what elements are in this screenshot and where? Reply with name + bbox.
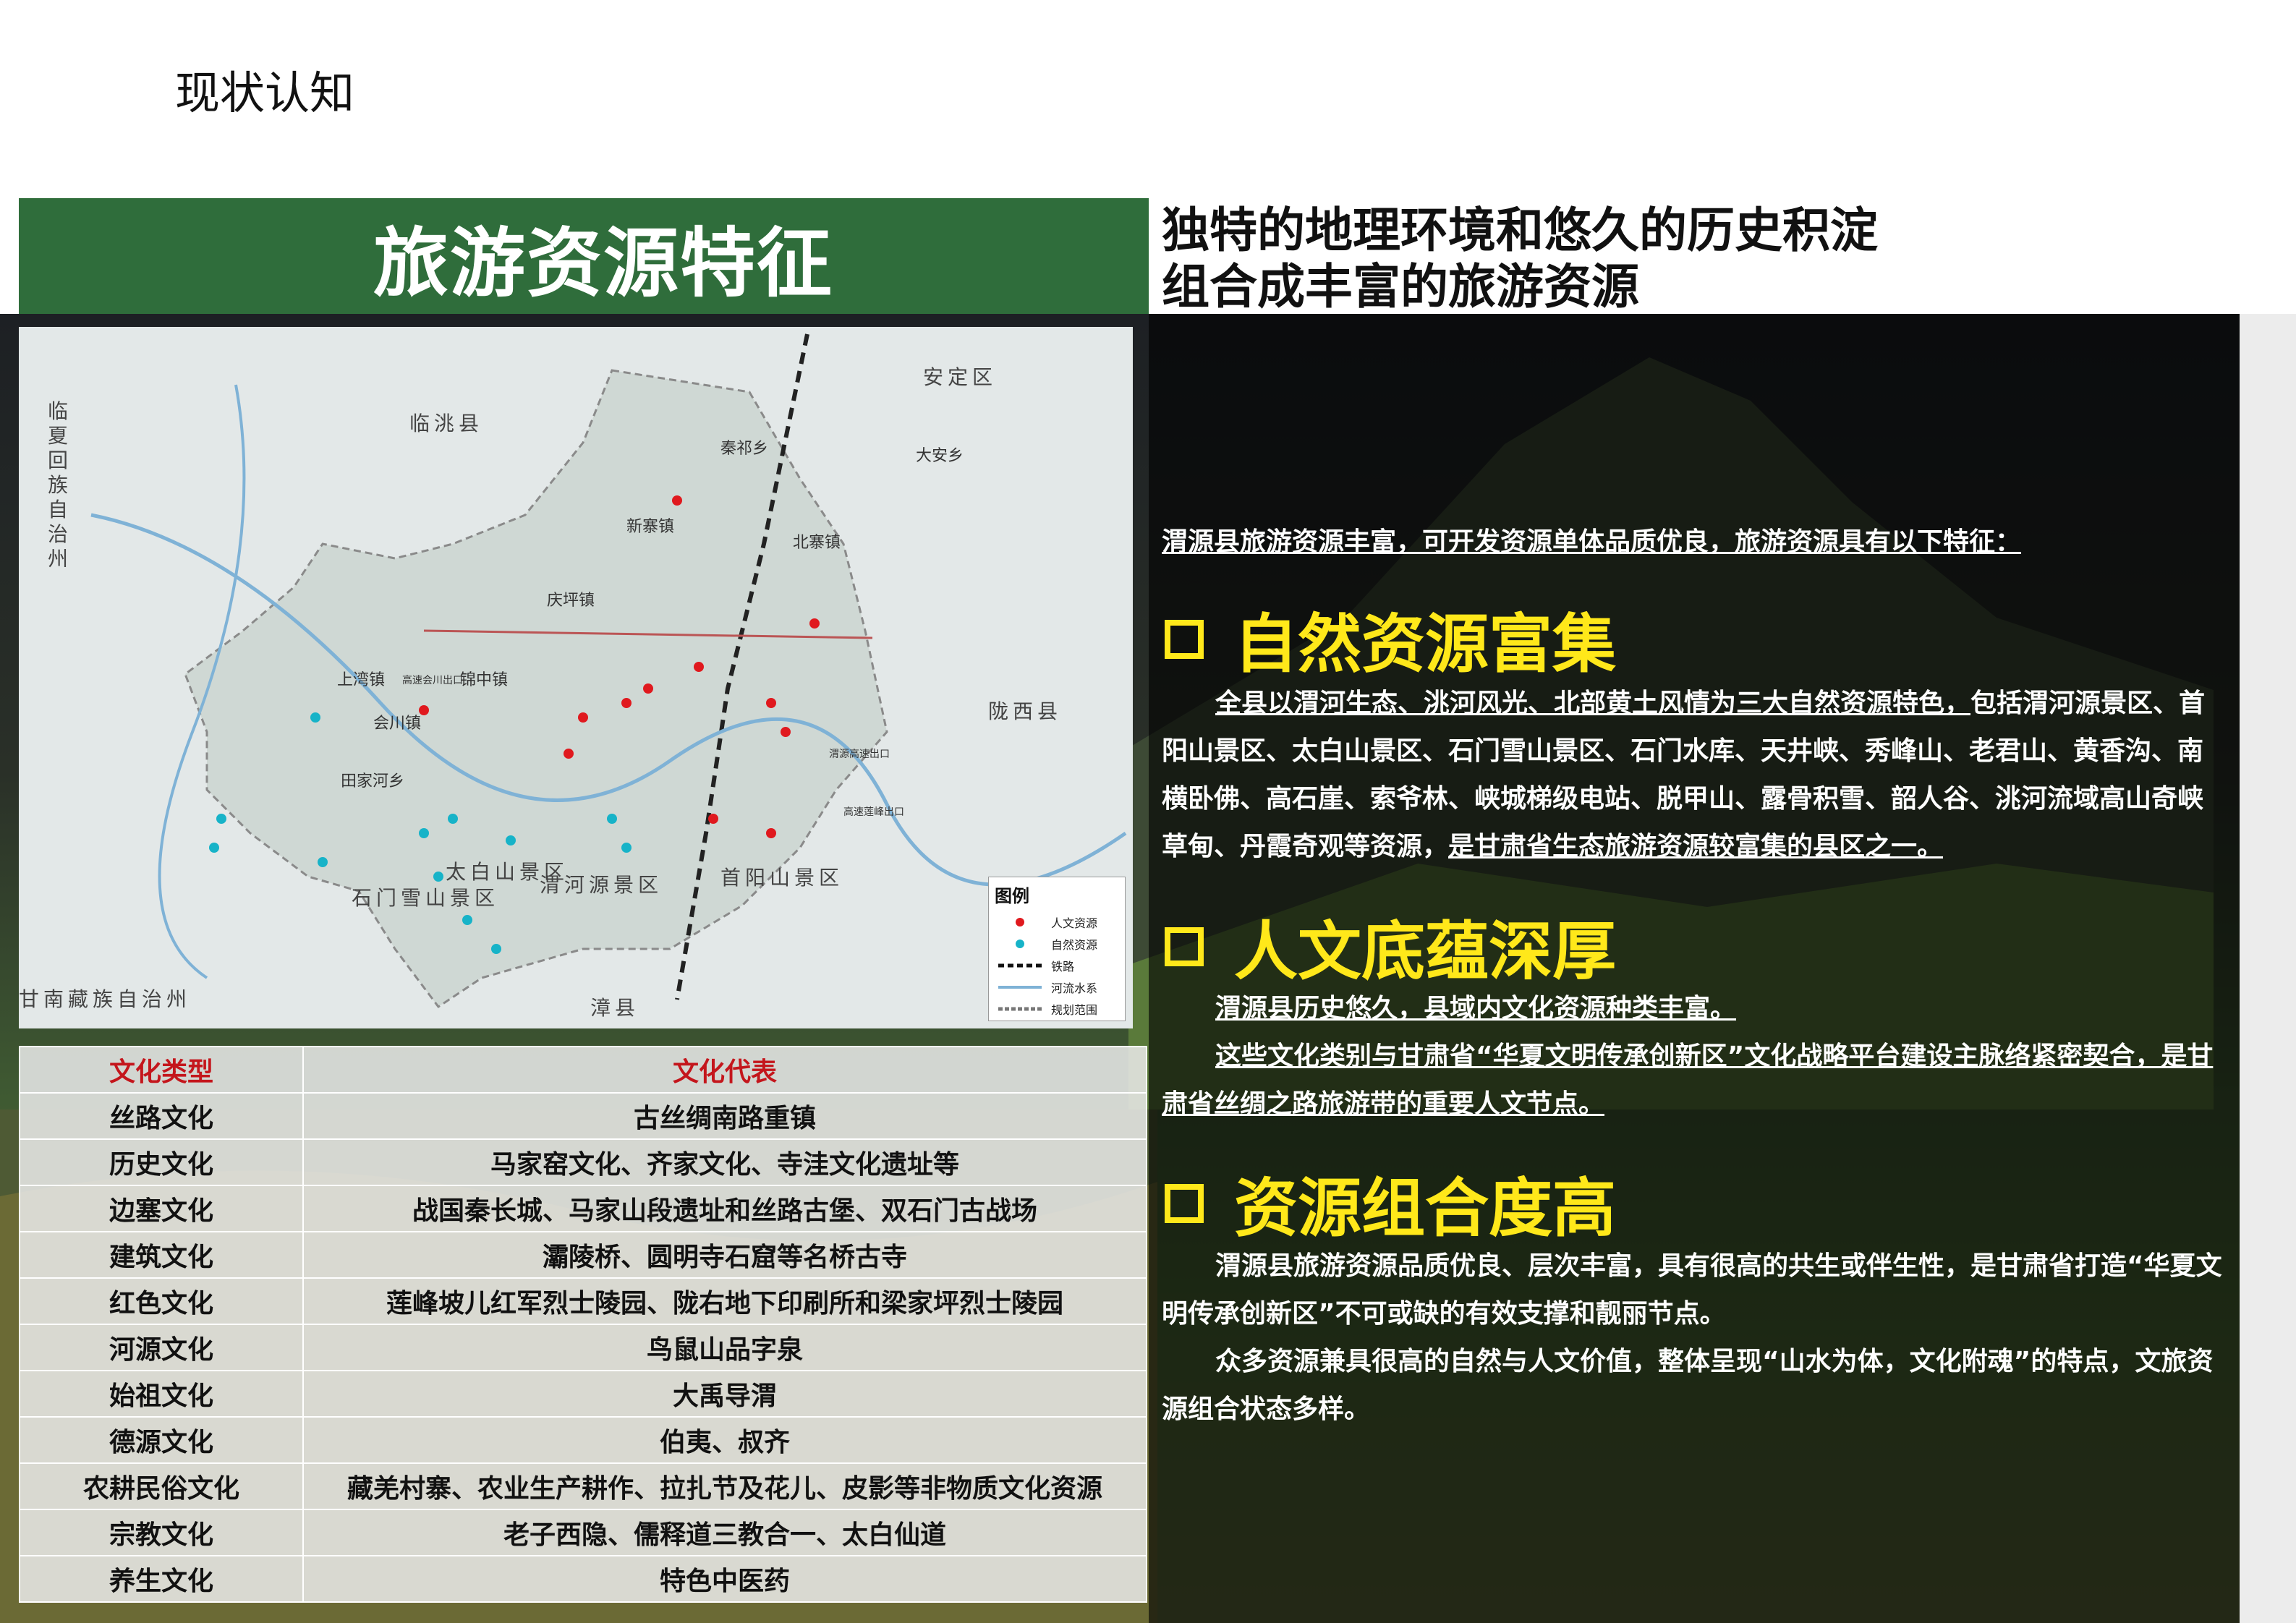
section-body-culture: 渭源县历史悠久，县域内文化资源种类丰富。 这些文化类别与甘肃省“华夏文明传承创新…: [1162, 994, 2214, 1119]
cell-representative: 鸟鼠山品字泉: [302, 1324, 1147, 1371]
checkbox-square-icon: [1165, 926, 1204, 966]
cell-type: 宗教文化: [19, 1509, 304, 1556]
map-label-xinzhai: 新寨镇: [626, 518, 675, 536]
cell-representative: 藏羌村寨、农业生产耕作、拉扎节及花儿、皮影等非物质文化资源: [302, 1462, 1147, 1510]
table-row: 边塞文化 战国秦长城、马家山段遗址和丝路古堡、双石门古战场: [19, 1185, 1147, 1232]
legend-item-railway: 铁路: [995, 955, 1119, 976]
table-row: 建筑文化 灞陵桥、圆明寺石窟等名桥古寺: [19, 1231, 1147, 1279]
map-label-lianfeng-exit: 高速莲峰出口: [843, 806, 904, 818]
section-heading-combination: 资源组合度高: [1165, 1157, 1616, 1249]
table-row: 历史文化 马家窑文化、齐家文化、寺洼文化遗址等: [19, 1138, 1147, 1186]
river-line-icon: [995, 982, 1045, 992]
tourism-resource-map: 安定区 临洮县 临夏回族自治州 陇西县 甘南藏族自治州 漳县 秦祁乡 大安乡 新…: [19, 327, 1133, 1028]
red-dot-icon: [995, 917, 1045, 927]
cell-representative: 伯夷、叔齐: [302, 1416, 1147, 1464]
cell-representative: 大禹导渭: [302, 1370, 1147, 1418]
railway-line-icon: [995, 960, 1045, 971]
table-header-type: 文化类型: [19, 1046, 304, 1094]
section-banner-title: 旅游资源特征: [373, 218, 834, 307]
cell-type: 始祖文化: [19, 1370, 304, 1418]
section-body-natural: 全县以渭河生态、洮河风光、北部黄土风情为三大自然资源特色，包括渭河源景区、首阳山…: [1162, 689, 2206, 861]
cell-type: 丝路文化: [19, 1092, 304, 1140]
section-banner: 旅游资源特征: [19, 198, 1149, 314]
right-edge-strip: [2240, 314, 2296, 1623]
map-label-shangwan: 上湾镇: [337, 671, 386, 689]
legend-item-boundary: 规划范围: [995, 998, 1119, 1020]
checkbox-square-icon: [1165, 1183, 1204, 1223]
cell-type: 养生文化: [19, 1555, 304, 1603]
cell-representative: 马家窑文化、齐家文化、寺洼文化遗址等: [302, 1138, 1147, 1186]
map-label-shouyang: 首阳山景区: [720, 866, 844, 890]
headline-line-2: 组合成丰富的旅游资源: [1162, 259, 1639, 315]
cell-representative: 古丝绸南路重镇: [302, 1092, 1147, 1140]
map-label-qingping: 庆坪镇: [547, 592, 595, 610]
culture-table: 文化类型 文化代表 丝路文化 古丝绸南路重镇 历史文化 马家窑文化、齐家文化、寺洼文…: [19, 1046, 1147, 1603]
legend-item-nature: 自然资源: [995, 933, 1119, 955]
checkbox-square-icon: [1165, 619, 1204, 659]
headline-line-1: 独特的地理环境和悠久的历史积淀: [1162, 203, 1878, 258]
cell-representative: 老子西隐、儒释道三教合一、太白仙道: [302, 1509, 1147, 1556]
cell-representative: 莲峰坡儿红军烈士陵园、陇右地下印刷所和梁家坪烈士陵园: [302, 1277, 1147, 1325]
map-graphic: [19, 327, 1133, 1028]
cell-type: 河源文化: [19, 1324, 304, 1371]
cell-type: 建筑文化: [19, 1231, 304, 1279]
table-row: 丝路文化 古丝绸南路重镇: [19, 1092, 1147, 1140]
table-row: 养生文化 特色中医药: [19, 1555, 1147, 1603]
legend-title: 图例: [995, 886, 1029, 906]
page-title: 现状认知: [175, 67, 355, 119]
map-label-jinzhong: 锦中镇: [460, 671, 509, 689]
table-row: 宗教文化 老子西隐、儒释道三教合一、太白仙道: [19, 1509, 1147, 1556]
headline: 独特的地理环境和悠久的历史积淀 组合成丰富的旅游资源: [1162, 203, 1878, 315]
intro-text: 渭源县旅游资源丰富，可开发资源单体品质优良，旅游资源具有以下特征：: [1162, 527, 2022, 557]
map-label-weiyuan-exit: 渭源高速出口: [829, 749, 890, 760]
section-heading-culture: 人文底蕴深厚: [1165, 900, 1616, 992]
map-label-gannan: 甘南藏族自治州: [19, 987, 192, 1011]
table-header-representative: 文化代表: [302, 1046, 1147, 1094]
cell-type: 历史文化: [19, 1138, 304, 1186]
map-legend: 图例 人文资源 自然资源 铁路 河流水系 规划范围: [988, 877, 1126, 1021]
map-label-longxi: 陇西县: [988, 699, 1063, 723]
legend-item-humanity: 人文资源: [995, 911, 1119, 933]
map-label-zhangxian: 漳县: [590, 996, 640, 1020]
table-row: 红色文化 莲峰坡儿红军烈士陵园、陇右地下印刷所和梁家坪烈士陵园: [19, 1277, 1147, 1325]
table-row: 河源文化 鸟鼠山品字泉: [19, 1324, 1147, 1371]
map-label-anding: 安定区: [923, 365, 998, 389]
table-row: 始祖文化 大禹导渭: [19, 1370, 1147, 1418]
cell-type: 农耕民俗文化: [19, 1462, 304, 1510]
map-label-dazhai: 大安乡: [916, 447, 964, 465]
map-label-lintao: 临洮县: [409, 412, 484, 435]
cell-representative: 灞陵桥、圆明寺石窟等名桥古寺: [302, 1231, 1147, 1279]
blue-dot-icon: [995, 939, 1045, 949]
table-row: 德源文化 伯夷、叔齐: [19, 1416, 1147, 1464]
map-label-shimen: 石门雪山景区: [352, 886, 500, 910]
section-body-combination: 渭源县旅游资源品质优良、层次丰富，具有很高的共生或伴生性，是甘肃省打造“华夏文明…: [1162, 1251, 2222, 1424]
map-label-linxia: 临夏回族自治州: [48, 399, 73, 571]
cell-type: 边塞文化: [19, 1185, 304, 1232]
cell-type: 德源文化: [19, 1416, 304, 1464]
table-header-row: 文化类型 文化代表: [19, 1046, 1147, 1094]
boundary-line-icon: [995, 1004, 1045, 1014]
map-label-beizhai: 北寨镇: [793, 534, 841, 552]
map-label-huichuan: 会川镇: [373, 715, 422, 733]
map-label-qinqi: 秦祁乡: [720, 440, 769, 458]
table-row: 农耕民俗文化 藏羌村寨、农业生产耕作、拉扎节及花儿、皮影等非物质文化资源: [19, 1462, 1147, 1510]
cell-type: 红色文化: [19, 1277, 304, 1325]
map-label-weiyuan-scenic: 渭河源景区: [540, 873, 663, 897]
map-label-huichuan-exit: 高速会川出口: [402, 675, 463, 686]
map-label-tianjiahe: 田家河乡: [341, 772, 405, 791]
cell-representative: 特色中医药: [302, 1555, 1147, 1603]
legend-item-river: 河流水系: [995, 976, 1119, 998]
cell-representative: 战国秦长城、马家山段遗址和丝路古堡、双石门古战场: [302, 1185, 1147, 1232]
section-heading-natural: 自然资源富集: [1165, 593, 1616, 685]
